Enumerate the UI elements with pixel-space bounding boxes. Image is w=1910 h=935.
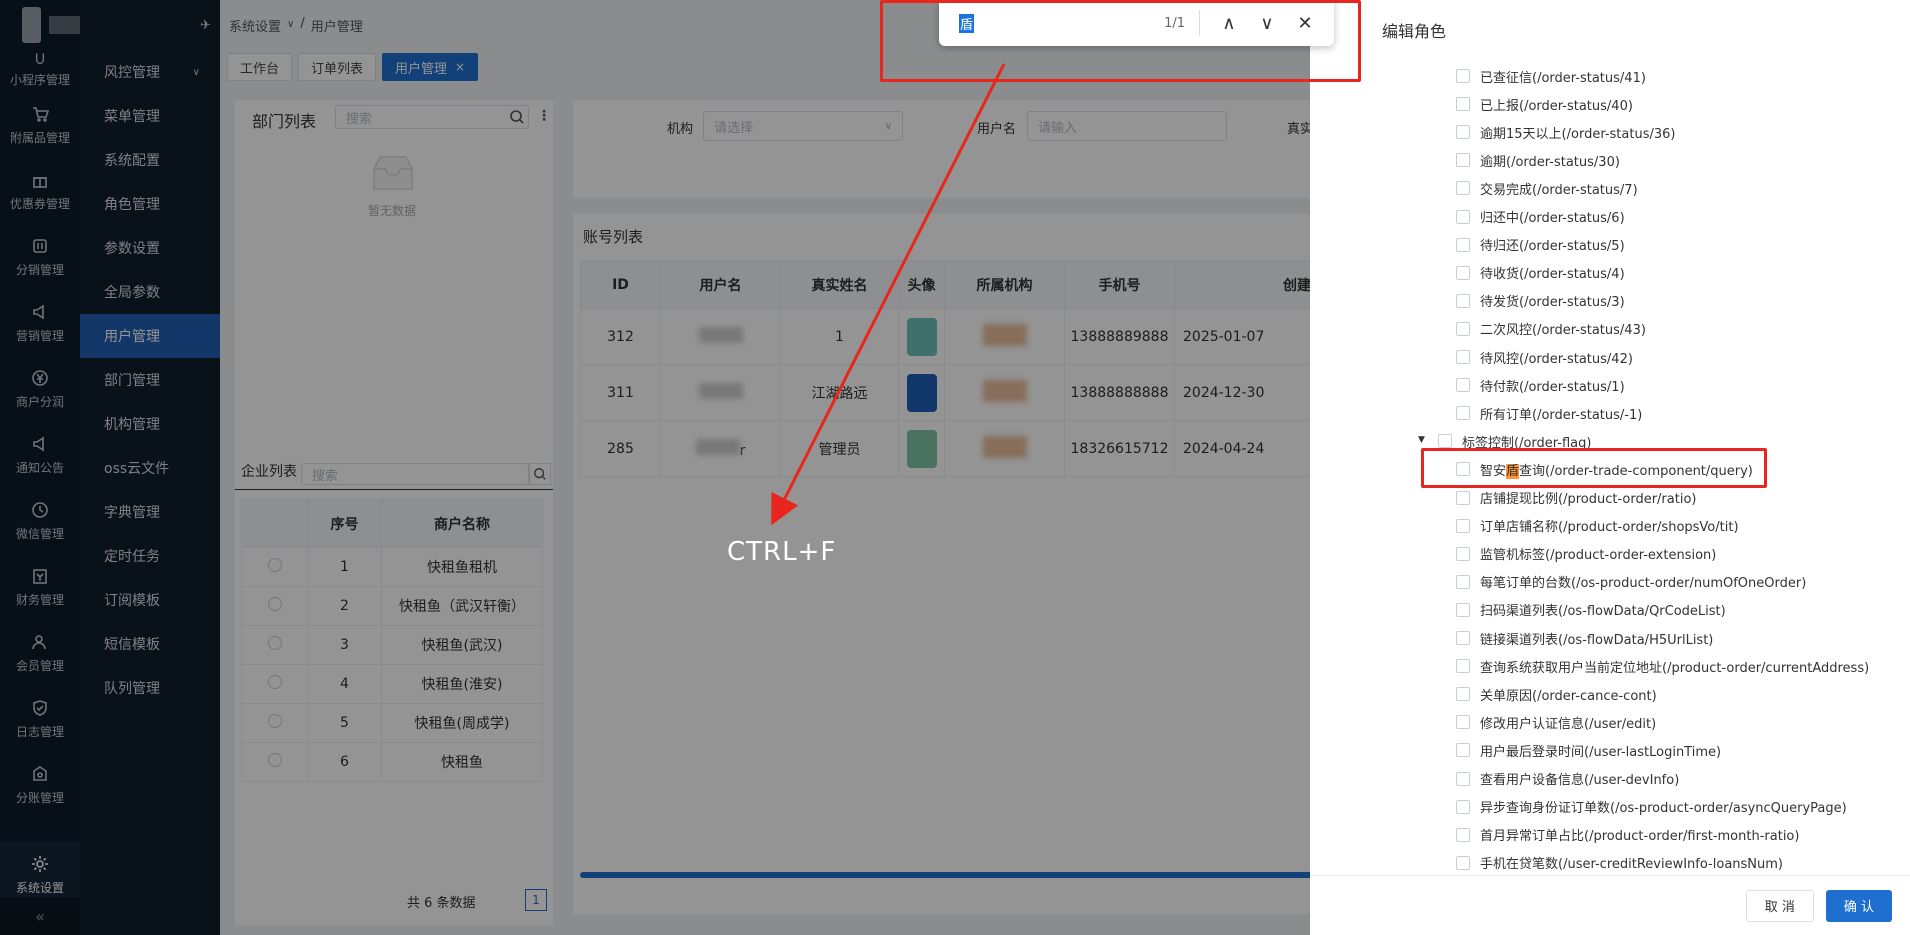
tree-item-label: 待收货(/order-status/4)	[1480, 267, 1625, 283]
tree-item-label: 待归还(/order-status/5)	[1480, 239, 1625, 255]
tree-item-label: 用户最后登录时间(/user-lastLoginTime)	[1480, 744, 1722, 760]
checkbox[interactable]	[1456, 771, 1470, 786]
tree-item-label: 每笔订单的台数(/os-product-order/numOfOneOrder)	[1480, 576, 1807, 592]
tree-item[interactable]: 监管机标签(/product-order-extension)	[1456, 544, 1716, 564]
tree-item-label: 逾期(/order-status/30)	[1480, 154, 1620, 170]
tree-item-label: 待付款(/order-status/1)	[1480, 379, 1625, 395]
checkbox[interactable]	[1456, 153, 1470, 168]
checkbox[interactable]	[1456, 715, 1470, 730]
checkbox[interactable]	[1456, 574, 1470, 589]
find-bar-highlight-box	[880, 0, 1361, 82]
tree-item[interactable]: 店铺提现比例(/product-order/ratio)	[1456, 488, 1696, 508]
tree-item[interactable]: 二次风控(/order-status/43)	[1456, 319, 1646, 339]
tree-item[interactable]: 待发货(/order-status/3)	[1456, 291, 1625, 311]
checkbox[interactable]	[1456, 490, 1470, 505]
tree-item-label: 交易完成(/order-status/7)	[1480, 182, 1638, 198]
checkbox[interactable]	[1456, 350, 1470, 364]
checkbox[interactable]	[1456, 125, 1470, 140]
tree-item[interactable]: 用户最后登录时间(/user-lastLoginTime)	[1456, 740, 1721, 760]
tree-item-label: 已查征信(/order-status/41)	[1480, 70, 1646, 86]
tree-item-label: 监管机标签(/product-order-extension)	[1480, 548, 1717, 564]
checkbox[interactable]	[1456, 799, 1470, 814]
annotation-text: CTRL+F	[727, 537, 837, 567]
tree-item-label: 查询系统获取用户当前定位地址(/product-order/currentAdd…	[1480, 660, 1870, 676]
checkbox[interactable]	[1456, 518, 1470, 533]
tree-item[interactable]: 修改用户认证信息(/user/edit)	[1456, 712, 1656, 732]
cancel-button[interactable]: 取 消	[1745, 889, 1814, 922]
drawer-title: 编辑角色	[1382, 22, 1447, 41]
tree-item-label: 手机在贷笔数(/user-creditReviewInfo-loansNum)	[1480, 857, 1783, 873]
drawer-footer: 取 消 确 认	[1310, 875, 1910, 935]
tree-item[interactable]: 异步查询身份证订单数(/os-product-order/asyncQueryP…	[1456, 797, 1847, 817]
checkbox[interactable]	[1456, 378, 1470, 393]
checkbox[interactable]	[1456, 69, 1470, 83]
tree-item[interactable]: 查询系统获取用户当前定位地址(/product-order/currentAdd…	[1456, 656, 1869, 676]
tree-item[interactable]: 所有订单(/order-status/-1)	[1456, 403, 1642, 423]
tree-item-label: 关单原因(/order-cance-cont)	[1480, 688, 1657, 704]
checkbox[interactable]	[1456, 209, 1470, 224]
checkbox[interactable]	[1456, 659, 1470, 674]
checkbox[interactable]	[1456, 602, 1470, 617]
checkbox[interactable]	[1456, 293, 1470, 308]
tree-item-label: 异步查询身份证订单数(/os-product-order/asyncQueryP…	[1480, 801, 1847, 817]
tree-item[interactable]: 交易完成(/order-status/7)	[1456, 178, 1638, 198]
tree-item-label: 待风控(/order-status/42)	[1480, 351, 1633, 367]
checkbox[interactable]	[1456, 855, 1470, 870]
tree-item-label: 店铺提现比例(/product-order/ratio)	[1480, 492, 1697, 507]
tree-item[interactable]: 已查征信(/order-status/41)	[1456, 66, 1646, 86]
checkbox[interactable]	[1456, 687, 1470, 702]
checkbox[interactable]	[1438, 434, 1452, 449]
checkbox[interactable]	[1456, 827, 1470, 842]
tree-item-label: 待发货(/order-status/3)	[1480, 295, 1625, 311]
tree-item-label: 修改用户认证信息(/user/edit)	[1480, 716, 1657, 732]
tree-item[interactable]: 待归还(/order-status/5)	[1456, 235, 1625, 255]
tree-item[interactable]: 已上报(/order-status/40)	[1456, 94, 1633, 114]
match-highlight-box	[1421, 448, 1767, 488]
tree-item[interactable]: 待风控(/order-status/42)	[1456, 347, 1633, 367]
tree-item[interactable]: 关单原因(/order-cance-cont)	[1456, 684, 1657, 704]
tree-item-label: 已上报(/order-status/40)	[1480, 98, 1633, 114]
tree-item-label: 所有订单(/order-status/-1)	[1480, 407, 1643, 423]
checkbox[interactable]	[1456, 237, 1470, 252]
tree-item-label: 查看用户设备信息(/user-devInfo)	[1480, 773, 1680, 788]
tree-item[interactable]: 查看用户设备信息(/user-devInfo)	[1456, 769, 1679, 789]
tree-item[interactable]: 链接渠道列表(/os-flowData/H5UrlList)	[1456, 628, 1713, 648]
tree-item-label: 二次风控(/order-status/43)	[1480, 323, 1646, 339]
checkbox[interactable]	[1456, 546, 1470, 561]
app: { "sidebar":{"items":[ {"label":"小程序管理",…	[0, 0, 1910, 935]
checkbox[interactable]	[1456, 181, 1470, 196]
tree-item[interactable]: 待收货(/order-status/4)	[1456, 263, 1625, 283]
tree-item[interactable]: 逾期(/order-status/30)	[1456, 150, 1620, 170]
tree-item[interactable]: 手机在贷笔数(/user-creditReviewInfo-loansNum)	[1456, 853, 1783, 873]
tree-item-label: 链接渠道列表(/os-flowData/H5UrlList)	[1480, 632, 1714, 648]
tree-item-label: 首月异常订单占比(/product-order/first-month-rati…	[1480, 829, 1800, 845]
checkbox[interactable]	[1456, 97, 1470, 112]
checkbox[interactable]	[1456, 743, 1470, 758]
tree-item-label: 订单店铺名称(/product-order/shopsVo/tit)	[1480, 520, 1739, 536]
checkbox[interactable]	[1456, 265, 1470, 280]
tree-item[interactable]: 首月异常订单占比(/product-order/first-month-rati…	[1456, 825, 1799, 845]
checkbox[interactable]	[1456, 321, 1470, 336]
tree-item-label: 归还中(/order-status/6)	[1480, 211, 1625, 226]
tree-item[interactable]: 扫码渠道列表(/os-flowData/QrCodeList)	[1456, 600, 1726, 620]
tree-item[interactable]: 订单店铺名称(/product-order/shopsVo/tit)	[1456, 516, 1739, 536]
tree-item-label: 扫码渠道列表(/os-flowData/QrCodeList)	[1480, 604, 1726, 620]
expand-caret-icon[interactable]: ▼	[1418, 435, 1425, 445]
tree-item[interactable]: 逾期15天以上(/order-status/36)	[1456, 122, 1675, 142]
tree-item[interactable]: 归还中(/order-status/6)	[1456, 207, 1625, 227]
tree-item[interactable]: 待付款(/order-status/1)	[1456, 375, 1625, 395]
tree-item-label: 逾期15天以上(/order-status/36)	[1480, 126, 1676, 142]
confirm-button[interactable]: 确 认	[1825, 889, 1892, 922]
tree-item[interactable]: 每笔订单的台数(/os-product-order/numOfOneOrder)	[1456, 572, 1806, 592]
checkbox[interactable]	[1456, 631, 1470, 645]
checkbox[interactable]	[1456, 406, 1470, 421]
